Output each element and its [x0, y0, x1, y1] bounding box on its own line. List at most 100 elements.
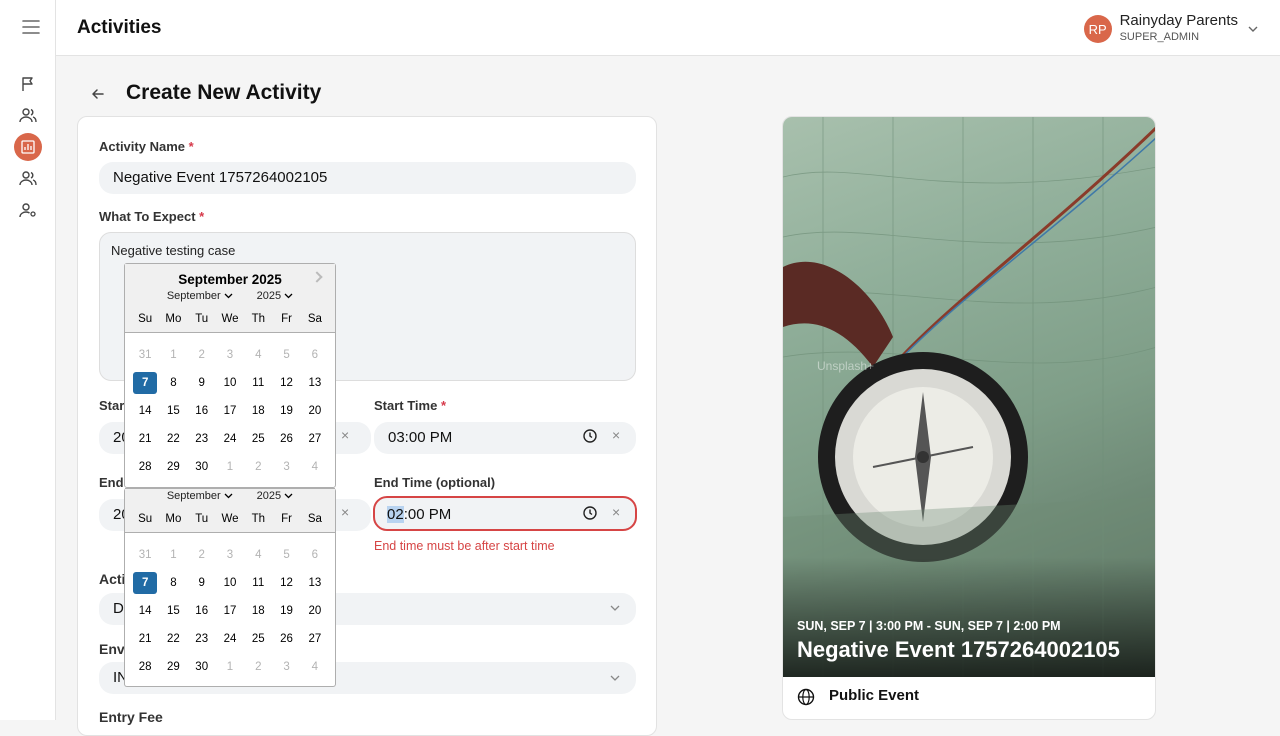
user-menu[interactable]: RP Rainyday Parents SUPER_ADMIN — [1083, 11, 1258, 43]
calendar-day[interactable]: 8 — [161, 372, 185, 394]
calendar-day[interactable]: 21 — [133, 428, 157, 450]
calendar-header: September 2025 Su Mo Tu We Th Fr Sa — [125, 488, 335, 533]
calendar-day[interactable]: 4 — [303, 656, 327, 678]
calendar-day[interactable]: 23 — [190, 628, 214, 650]
calendar-day[interactable]: 10 — [218, 572, 242, 594]
activity-name-input[interactable]: Negative Event 1757264002105 — [99, 162, 636, 194]
calendar-day[interactable]: 7 — [133, 572, 158, 594]
calendar-day[interactable]: 6 — [303, 544, 327, 566]
calendar-day[interactable]: 2 — [190, 344, 214, 366]
calendar-day[interactable]: 29 — [161, 656, 185, 678]
sidebar-item-activities-flag-icon[interactable] — [14, 70, 42, 98]
back-arrow-icon[interactable] — [88, 84, 108, 104]
calendar-day[interactable]: 13 — [303, 572, 327, 594]
clock-icon[interactable] — [583, 506, 597, 520]
sidebar-item-users-icon[interactable] — [14, 101, 42, 129]
end-time-clear-button[interactable]: × — [612, 504, 620, 520]
calendar-day[interactable]: 31 — [133, 544, 157, 566]
calendar-day[interactable]: 3 — [274, 456, 298, 478]
calendar-day[interactable]: 2 — [190, 544, 214, 566]
calendar-day[interactable]: 1 — [218, 656, 242, 678]
calendar-day[interactable]: 20 — [303, 600, 327, 622]
calendar-day[interactable]: 12 — [274, 372, 298, 394]
end-date-clear-button[interactable]: × — [341, 504, 349, 520]
calendar-day[interactable]: 19 — [274, 400, 298, 422]
start-time-clear-button[interactable]: × — [612, 427, 620, 443]
calendar-day[interactable]: 4 — [303, 456, 327, 478]
calendar-day[interactable]: 28 — [133, 656, 157, 678]
clock-icon[interactable] — [583, 429, 597, 443]
calendar-day[interactable]: 1 — [161, 344, 185, 366]
calendar-week-row: 21 22 23 24 25 26 27 — [125, 625, 335, 653]
calendar-day[interactable]: 26 — [274, 628, 298, 650]
calendar-day[interactable]: 8 — [161, 572, 185, 594]
calendar-day[interactable]: 22 — [161, 628, 185, 650]
calendar-day[interactable]: 30 — [190, 656, 214, 678]
calendar-day[interactable]: 11 — [246, 572, 270, 594]
calendar-day[interactable]: 23 — [190, 428, 214, 450]
calendar-day[interactable]: 22 — [161, 428, 185, 450]
calendar-day[interactable]: 17 — [218, 600, 242, 622]
calendar-day[interactable]: 25 — [246, 628, 270, 650]
calendar-day[interactable]: 15 — [161, 400, 185, 422]
sidebar-item-groups-icon[interactable] — [14, 164, 42, 192]
calendar-day[interactable]: 27 — [303, 628, 327, 650]
calendar-day[interactable]: 2 — [246, 656, 270, 678]
calendar-day[interactable]: 21 — [133, 628, 157, 650]
calendar-day[interactable]: 16 — [190, 600, 214, 622]
chevron-down-icon — [1248, 26, 1258, 32]
year-select[interactable]: 2025 — [257, 290, 293, 302]
month-select[interactable]: September — [167, 290, 233, 302]
calendar-day[interactable]: 9 — [190, 572, 214, 594]
sidebar-item-user-settings-icon[interactable] — [14, 196, 42, 224]
avatar: RP — [1083, 15, 1112, 43]
start-date-clear-button[interactable]: × — [341, 427, 349, 443]
calendar-day[interactable]: 25 — [246, 428, 270, 450]
calendar-day[interactable]: 17 — [218, 400, 242, 422]
calendar-day[interactable]: 14 — [133, 600, 157, 622]
calendar-week-row: 14 15 16 17 18 19 20 — [125, 597, 335, 625]
calendar-day[interactable]: 20 — [303, 400, 327, 422]
calendar-day[interactable]: 3 — [218, 344, 242, 366]
calendar-day[interactable]: 24 — [218, 428, 242, 450]
calendar-day[interactable]: 28 — [133, 456, 157, 478]
calendar-day[interactable]: 15 — [161, 600, 185, 622]
day-name: Sa — [307, 313, 322, 325]
calendar-day[interactable]: 1 — [218, 456, 242, 478]
hamburger-menu-icon[interactable] — [22, 19, 40, 34]
calendar-day[interactable]: 2 — [246, 456, 270, 478]
calendar-day[interactable]: 11 — [246, 372, 270, 394]
calendar-day[interactable]: 10 — [218, 372, 242, 394]
user-role: SUPER_ADMIN — [1119, 31, 1200, 43]
calendar-day[interactable]: 1 — [161, 544, 185, 566]
calendar-day[interactable]: 14 — [133, 400, 157, 422]
end-time-error-message: End time must be after start time — [374, 539, 555, 553]
end-time-input[interactable]: 02:00 PM — [373, 496, 637, 531]
calendar-day[interactable]: 7 — [133, 372, 158, 394]
calendar-day[interactable]: 24 — [218, 628, 242, 650]
calendar-day[interactable]: 16 — [190, 400, 214, 422]
month-select[interactable]: September — [167, 490, 233, 502]
calendar-day[interactable]: 3 — [274, 656, 298, 678]
calendar-day[interactable]: 26 — [274, 428, 298, 450]
calendar-day[interactable]: 18 — [246, 600, 270, 622]
calendar-day[interactable]: 12 — [274, 572, 298, 594]
sidebar-item-reports-chart-icon[interactable] — [14, 133, 42, 161]
calendar-week-row: 21 22 23 24 25 26 27 — [125, 425, 335, 453]
calendar-day[interactable]: 30 — [190, 456, 214, 478]
calendar-day[interactable]: 18 — [246, 400, 270, 422]
calendar-day[interactable]: 9 — [190, 372, 214, 394]
calendar-day[interactable]: 4 — [246, 544, 270, 566]
calendar-day[interactable]: 6 — [303, 344, 327, 366]
calendar-day[interactable]: 3 — [218, 544, 242, 566]
calendar-day[interactable]: 31 — [133, 344, 157, 366]
calendar-day[interactable]: 4 — [246, 344, 270, 366]
year-select[interactable]: 2025 — [257, 490, 293, 502]
calendar-day[interactable]: 5 — [274, 544, 298, 566]
calendar-day[interactable]: 13 — [303, 372, 327, 394]
calendar-day[interactable]: 29 — [161, 456, 185, 478]
calendar-day[interactable]: 5 — [274, 344, 298, 366]
preview-date-range: SUN, SEP 7 | 3:00 PM - SUN, SEP 7 | 2:00… — [797, 619, 1061, 633]
calendar-day[interactable]: 19 — [274, 600, 298, 622]
calendar-day[interactable]: 27 — [303, 428, 327, 450]
